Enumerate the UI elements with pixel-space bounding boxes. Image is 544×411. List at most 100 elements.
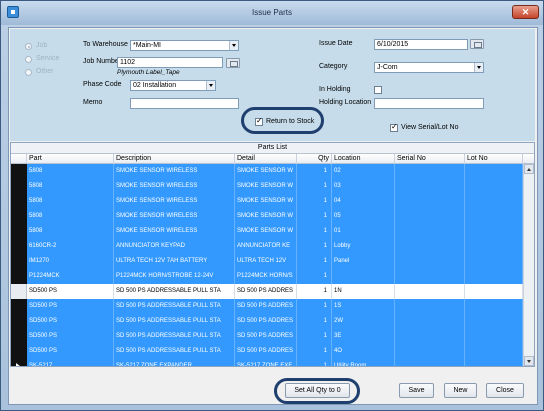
- row-selector[interactable]: [11, 194, 27, 209]
- row-selector[interactable]: [11, 224, 27, 239]
- table-row[interactable]: SK-5217 SK-5217 ZONE EXPANDER SK-5217 ZONE…: [11, 359, 523, 366]
- cell-part[interactable]: SD500 PS: [27, 314, 114, 329]
- scroll-up-icon[interactable]: [524, 164, 534, 174]
- cell-detail[interactable]: P1224MCK HORN/S: [235, 269, 297, 284]
- cell-serial-no[interactable]: [395, 209, 465, 224]
- calendar-button[interactable]: [470, 39, 484, 49]
- table-row[interactable]: SD500 PS SD 500 PS ADDRESSABLE PULL STA SD…: [11, 284, 523, 299]
- scroll-down-icon[interactable]: [524, 356, 534, 366]
- row-selector[interactable]: [11, 254, 27, 269]
- cell-serial-no[interactable]: [395, 329, 465, 344]
- cell-qty[interactable]: 1: [297, 314, 332, 329]
- cell-location[interactable]: 4O: [332, 344, 395, 359]
- cell-detail[interactable]: SK-5217 ZONE EXF: [235, 359, 297, 366]
- cell-lot-no[interactable]: [465, 224, 523, 239]
- col-header-qty[interactable]: Qty: [297, 154, 332, 164]
- cell-qty[interactable]: 1: [297, 299, 332, 314]
- col-header-location[interactable]: Location: [332, 154, 395, 164]
- cell-detail[interactable]: SMOKE SENSOR W: [235, 224, 297, 239]
- row-selector[interactable]: [11, 314, 27, 329]
- cell-description[interactable]: ULTRA TECH 12V 7AH BATTERY: [114, 254, 235, 269]
- cell-detail[interactable]: SMOKE SENSOR W: [235, 179, 297, 194]
- cell-part[interactable]: SD500 PS: [27, 284, 114, 299]
- cell-location[interactable]: 1S: [332, 299, 395, 314]
- cell-part[interactable]: 5808: [27, 179, 114, 194]
- cell-lot-no[interactable]: [465, 359, 523, 366]
- close-button[interactable]: Close: [486, 383, 524, 398]
- return-to-stock-checkbox[interactable]: [255, 116, 263, 126]
- cell-qty[interactable]: 1: [297, 164, 332, 179]
- holding-location-input[interactable]: [374, 98, 484, 109]
- cell-description[interactable]: SMOKE SENSOR WIRELESS: [114, 179, 235, 194]
- phase-code-dropdown[interactable]: 02 Installation: [130, 80, 216, 91]
- service-radio[interactable]: [25, 56, 32, 63]
- cell-description[interactable]: SD 500 PS ADDRESSABLE PULL STA: [114, 299, 235, 314]
- cell-description[interactable]: SK-5217 ZONE EXPANDER: [114, 359, 235, 366]
- set-all-qty-button[interactable]: Set All Qty to 0: [285, 383, 350, 398]
- table-row[interactable]: SD500 PS SD 500 PS ADDRESSABLE PULL STA SD…: [11, 344, 523, 359]
- table-row[interactable]: 5808 SMOKE SENSOR WIRELESS SMOKE SENSOR W1…: [11, 179, 523, 194]
- col-header-part[interactable]: Part: [27, 154, 114, 164]
- cell-location[interactable]: 01: [332, 224, 395, 239]
- cell-serial-no[interactable]: [395, 269, 465, 284]
- row-selector[interactable]: [11, 239, 27, 254]
- cell-serial-no[interactable]: [395, 194, 465, 209]
- cell-lot-no[interactable]: [465, 284, 523, 299]
- in-holding-checkbox[interactable]: [374, 86, 382, 94]
- cell-serial-no[interactable]: [395, 314, 465, 329]
- cell-lot-no[interactable]: [465, 344, 523, 359]
- cell-part[interactable]: 6160CR-2: [27, 239, 114, 254]
- cell-detail[interactable]: SMOKE SENSOR W: [235, 164, 297, 179]
- job-radio[interactable]: [25, 43, 32, 50]
- cell-description[interactable]: SMOKE SENSOR WIRELESS: [114, 194, 235, 209]
- category-dropdown[interactable]: J-Com: [374, 62, 484, 73]
- table-row[interactable]: SD500 PS SD 500 PS ADDRESSABLE PULL STA SD…: [11, 299, 523, 314]
- cell-lot-no[interactable]: [465, 194, 523, 209]
- table-row[interactable]: IM1270 ULTRA TECH 12V 7AH BATTERY ULTRA TE…: [11, 254, 523, 269]
- table-row[interactable]: 5808 SMOKE SENSOR WIRELESS SMOKE SENSOR W1…: [11, 164, 523, 179]
- col-header-description[interactable]: Description: [114, 154, 235, 164]
- cell-description[interactable]: SMOKE SENSOR WIRELESS: [114, 224, 235, 239]
- cell-serial-no[interactable]: [395, 299, 465, 314]
- cell-detail[interactable]: SD 500 PS ADDRES: [235, 284, 297, 299]
- cell-description[interactable]: ANNUNCIATOR KEYPAD: [114, 239, 235, 254]
- cell-location[interactable]: 3E: [332, 329, 395, 344]
- memo-input[interactable]: [130, 98, 239, 109]
- cell-part[interactable]: SD500 PS: [27, 299, 114, 314]
- cell-serial-no[interactable]: [395, 344, 465, 359]
- to-warehouse-dropdown[interactable]: *Main-MI: [130, 40, 239, 51]
- cell-lot-no[interactable]: [465, 209, 523, 224]
- cell-location[interactable]: 2W: [332, 314, 395, 329]
- cell-qty[interactable]: 1: [297, 359, 332, 366]
- cell-qty[interactable]: 1: [297, 224, 332, 239]
- cell-location[interactable]: 04: [332, 194, 395, 209]
- cell-description[interactable]: SMOKE SENSOR WIRELESS: [114, 209, 235, 224]
- cell-location[interactable]: [332, 269, 395, 284]
- cell-description[interactable]: SD 500 PS ADDRESSABLE PULL STA: [114, 344, 235, 359]
- cell-detail[interactable]: SD 500 PS ADDRES: [235, 344, 297, 359]
- cell-lot-no[interactable]: [465, 179, 523, 194]
- cell-part[interactable]: P1224MCK: [27, 269, 114, 284]
- row-selector[interactable]: [11, 299, 27, 314]
- cell-lot-no[interactable]: [465, 254, 523, 269]
- table-row[interactable]: SD500 PS SD 500 PS ADDRESSABLE PULL STA SD…: [11, 329, 523, 344]
- cell-lot-no[interactable]: [465, 329, 523, 344]
- row-selector[interactable]: [11, 329, 27, 344]
- cell-location[interactable]: 05: [332, 209, 395, 224]
- cell-part[interactable]: SD500 PS: [27, 329, 114, 344]
- save-button[interactable]: Save: [399, 383, 434, 398]
- cell-qty[interactable]: 1: [297, 239, 332, 254]
- row-selector[interactable]: [11, 209, 27, 224]
- cell-location[interactable]: Lobby: [332, 239, 395, 254]
- cell-lot-no[interactable]: [465, 164, 523, 179]
- cell-location[interactable]: Utility Room: [332, 359, 395, 366]
- cell-part[interactable]: SK-5217: [27, 359, 114, 366]
- cell-detail[interactable]: SMOKE SENSOR W: [235, 209, 297, 224]
- cell-lot-no[interactable]: [465, 269, 523, 284]
- cell-part[interactable]: IM1270: [27, 254, 114, 269]
- col-header-detail[interactable]: Detail: [235, 154, 297, 164]
- cell-qty[interactable]: 1: [297, 269, 332, 284]
- cell-serial-no[interactable]: [395, 284, 465, 299]
- job-lookup-button[interactable]: [226, 58, 240, 68]
- cell-lot-no[interactable]: [465, 299, 523, 314]
